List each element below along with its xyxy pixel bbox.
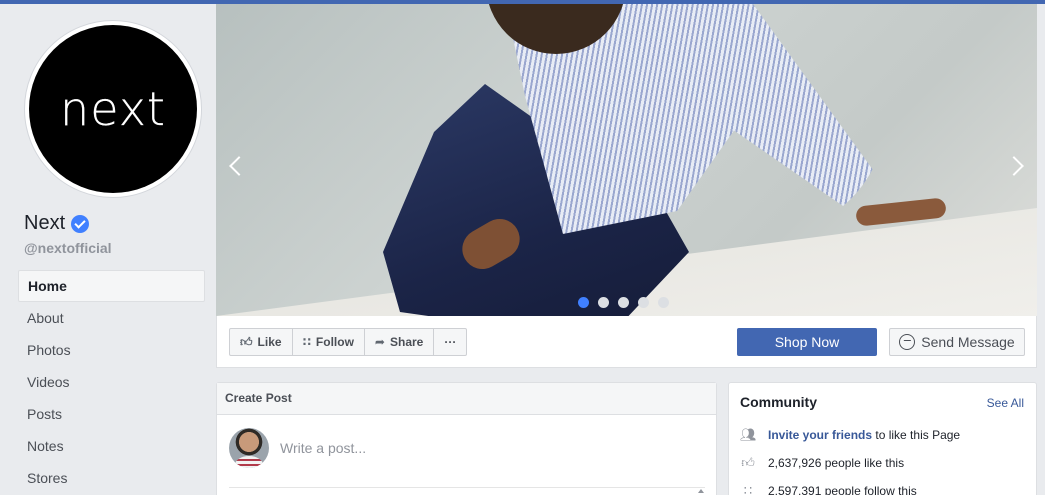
slide-dot[interactable] [658,297,669,308]
invite-row: 👥︎ Invite your friends to like this Page [740,427,960,443]
slide-dot[interactable] [618,297,629,308]
create-post-card: Create Post Write a post... [216,382,717,495]
like-label: Like [257,335,282,349]
more-dots-icon: ··· [444,335,457,349]
share-button[interactable]: ➦ Share [365,329,435,355]
thumbs-up-icon: 👍︎ [741,455,755,470]
shop-now-button[interactable]: Shop Now [737,328,877,356]
verified-badge-icon [71,214,90,233]
slide-dot[interactable] [638,297,649,308]
post-input[interactable]: Write a post... [280,440,366,456]
likes-row: 👍︎ 2,637,926 people like this [740,455,904,471]
slide-dot[interactable] [598,297,609,308]
rss-icon: ∷ [743,483,753,495]
chevron-left-icon[interactable] [229,156,249,176]
logo-text: next [60,82,166,136]
see-all-link[interactable]: See All [987,396,1024,410]
like-button[interactable]: 👍︎ Like [230,329,293,355]
page-action-buttons: 👍︎ Like ∷ Follow ➦ Share ··· [229,328,468,356]
nav-item-stores[interactable]: Stores [18,462,205,494]
left-column: next Next @nextofficial Home About Photo… [0,4,216,495]
scroll-up-icon[interactable] [698,489,704,493]
nav-item-posts[interactable]: Posts [18,398,205,430]
follows-row: ∷ 2,597,391 people follow this [740,483,917,495]
page-name-text: Next [24,212,66,234]
rss-icon: ∷ [302,335,311,349]
send-message-button[interactable]: Send Message [889,328,1025,356]
slide-indicators [578,297,669,308]
thumbs-up-icon: 👍︎ [240,334,253,349]
share-label: Share [389,335,424,349]
nav-item-videos[interactable]: Videos [18,366,205,398]
messenger-icon [899,334,916,350]
send-message-label: Send Message [921,334,1015,350]
share-arrow-icon: ➦ [374,335,385,349]
nav-item-photos[interactable]: Photos [18,334,205,366]
nav-item-about[interactable]: About [18,302,205,334]
nav-item-home[interactable]: Home [18,270,205,302]
follow-button[interactable]: ∷ Follow [293,329,365,355]
cover-photo[interactable] [216,4,1037,316]
profile-picture[interactable]: next [24,20,202,198]
user-avatar[interactable] [229,428,269,468]
follows-count: 2,597,391 people follow this [768,484,917,495]
more-options-button[interactable]: ··· [434,329,466,355]
page-handle[interactable]: @nextofficial [24,240,112,256]
likes-count: 2,637,926 people like this [768,456,905,470]
page-title[interactable]: Next [24,212,90,235]
next-logo: next [29,25,197,193]
slide-dot[interactable] [578,297,589,308]
chevron-right-icon[interactable] [1004,156,1024,176]
community-title: Community [740,394,817,410]
nav-item-notes[interactable]: Notes [18,430,205,462]
page-action-bar: 👍︎ Like ∷ Follow ➦ Share ··· Shop Now Se… [216,316,1037,368]
invite-friends-link[interactable]: Invite your friends [768,428,872,442]
community-card: Community See All 👥︎ Invite your friends… [728,382,1037,495]
friends-icon: 👥︎ [740,427,757,442]
page-nav: Home About Photos Videos Posts Notes Sto… [18,270,205,494]
create-post-title: Create Post [217,383,716,415]
invite-rest-text: to like this Page [875,428,961,442]
follow-label: Follow [315,335,354,349]
divider [229,487,705,488]
